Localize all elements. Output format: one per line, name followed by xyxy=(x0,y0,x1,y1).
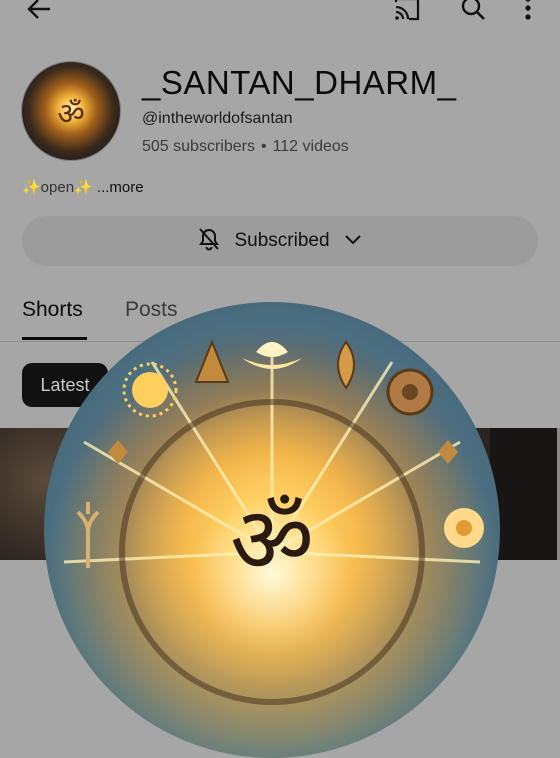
channel-handle: @intheworldofsantan xyxy=(142,110,293,127)
subscriber-count: 505 subscribers xyxy=(142,138,255,155)
video-count: 112 videos xyxy=(272,138,349,155)
center-om-symbol: ॐ xyxy=(230,487,314,594)
separator-dot: • xyxy=(260,138,267,155)
channel-stats: 505 subscribers • 112 videos xyxy=(142,138,349,156)
search-icon[interactable] xyxy=(456,0,490,24)
chevron-down-icon xyxy=(342,228,364,255)
om-symbol: ॐ xyxy=(57,98,85,131)
channel-description[interactable]: ✨open✨ ...more xyxy=(22,178,144,196)
back-icon[interactable] xyxy=(22,0,56,24)
channel-title: _SANTAN_DHARM_ xyxy=(142,64,457,101)
bell-off-icon xyxy=(196,226,222,257)
symbol-wheel-icon xyxy=(444,508,484,548)
more-link[interactable]: ...more xyxy=(97,179,144,196)
channel-avatar[interactable]: ॐ xyxy=(22,62,120,160)
om-artwork: ॐ xyxy=(44,322,500,758)
more-vert-icon[interactable] xyxy=(516,0,540,24)
subscribed-button[interactable]: Subscribed xyxy=(22,216,538,266)
symbol-chakra-icon xyxy=(386,368,434,416)
cast-icon[interactable] xyxy=(390,0,424,24)
overlay-image: ॐ xyxy=(44,302,500,758)
subscribed-label: Subscribed xyxy=(234,230,330,251)
description-text: ✨open✨ xyxy=(22,179,93,196)
short-thumbnail[interactable] xyxy=(490,428,560,560)
top-app-bar xyxy=(0,0,560,24)
